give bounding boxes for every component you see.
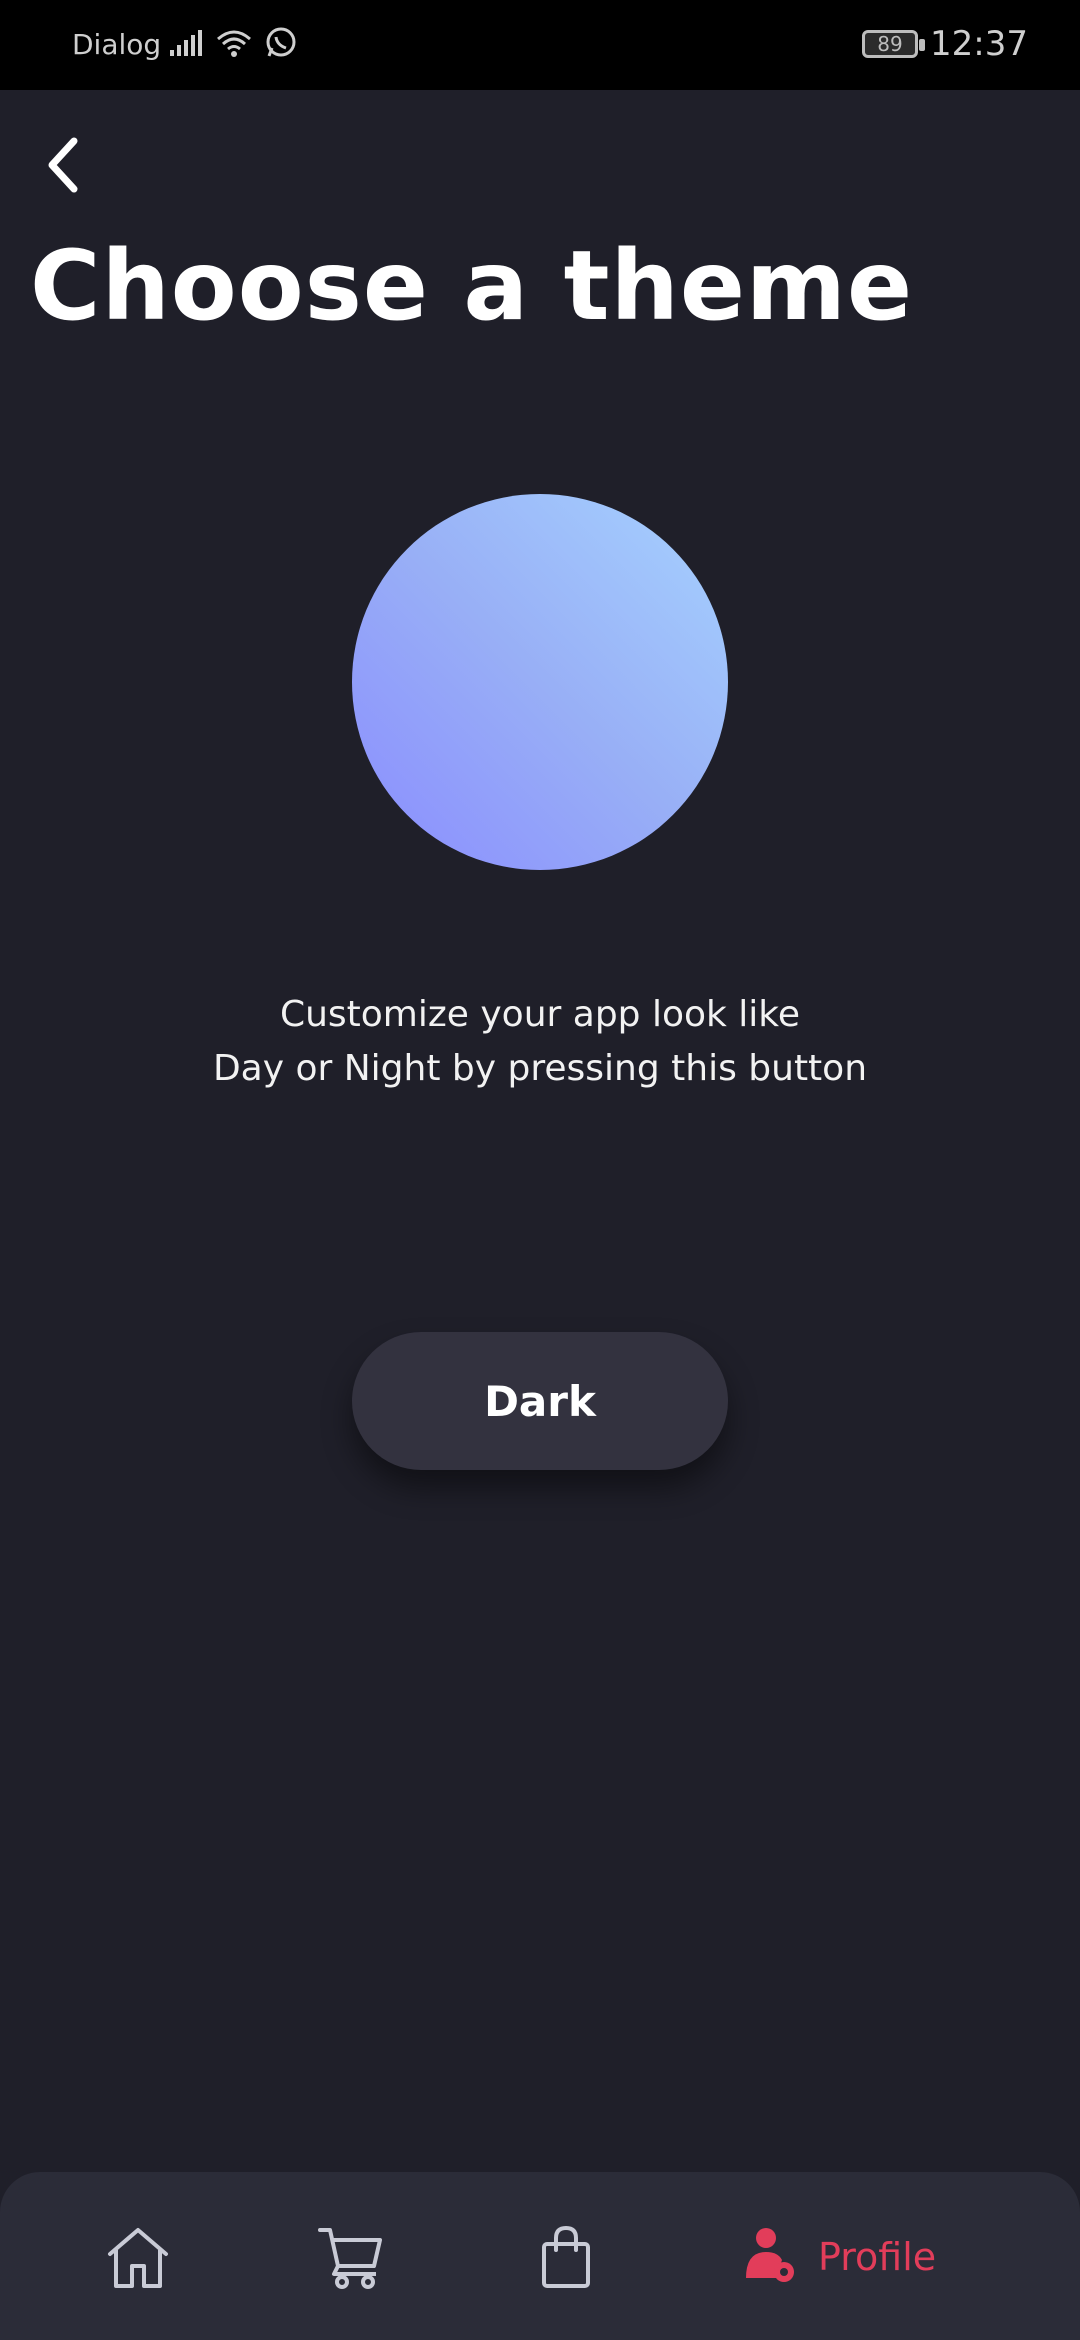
user-settings-icon	[746, 2228, 794, 2282]
home-icon	[108, 2228, 168, 2288]
cart-icon	[318, 2228, 382, 2289]
back-button[interactable]	[32, 130, 92, 200]
carrier-name: Dialog	[72, 28, 162, 61]
description-line-1: Customize your app look like	[279, 994, 801, 1035]
wifi-icon	[217, 30, 251, 57]
whatsapp-icon	[266, 27, 296, 57]
nav-profile[interactable]: Profile	[744, 2222, 936, 2292]
status-icons	[168, 26, 298, 60]
battery-indicator: 89	[862, 30, 925, 58]
theme-toggle-button[interactable]: Dark	[352, 1332, 728, 1470]
shopping-bag-icon	[542, 2225, 590, 2288]
page-title: Choose a theme	[30, 230, 914, 342]
signal-icon	[170, 30, 202, 56]
bottom-navigation: Profile	[0, 2172, 1080, 2340]
theme-description: Customize your app look like Day or Nigh…	[140, 988, 940, 1096]
nav-cart[interactable]	[318, 2222, 384, 2292]
description-line-2: Day or Night by pressing this button	[212, 1048, 868, 1089]
nav-home[interactable]	[104, 2222, 172, 2292]
status-time: 12:37	[930, 24, 1028, 64]
nav-profile-label: Profile	[818, 2235, 937, 2279]
chevron-left-icon	[48, 137, 78, 193]
status-bar: Dialog 89 12:37	[0, 0, 1080, 90]
theme-preview-circle	[352, 494, 728, 870]
nav-bag[interactable]	[536, 2222, 596, 2292]
